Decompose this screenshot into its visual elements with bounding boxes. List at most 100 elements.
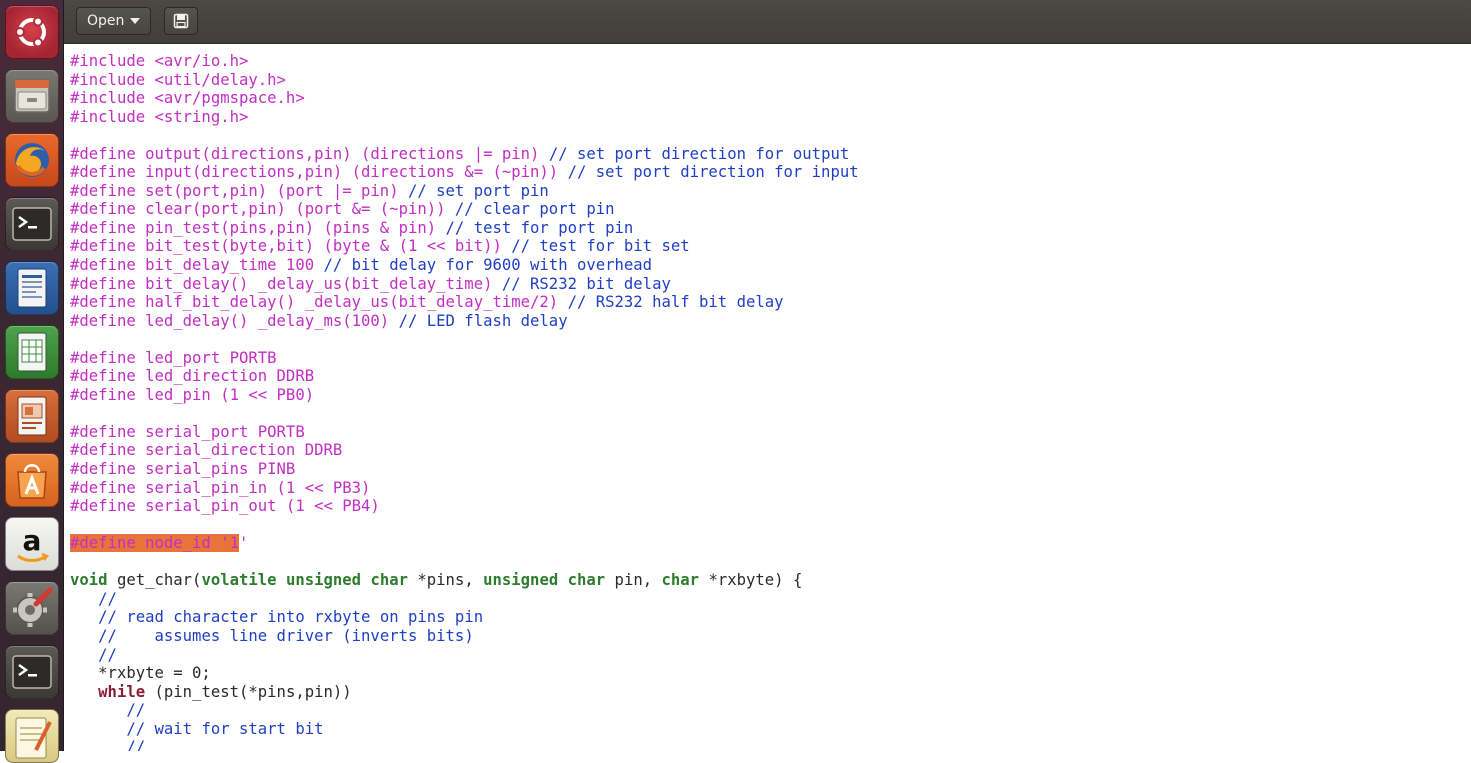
code-line[interactable]: #define clear(port,pin) (port &= (~pin))… — [70, 200, 859, 219]
code-token: #define bit_test(byte,bit) (byte & (1 <<… — [70, 237, 512, 256]
terminal-icon[interactable] — [5, 197, 59, 251]
code-line[interactable] — [70, 553, 859, 572]
code-line[interactable]: #define led_pin (1 << PB0) — [70, 386, 859, 405]
code-line[interactable]: #define bit_test(byte,bit) (byte & (1 <<… — [70, 237, 859, 256]
code-line[interactable]: #define serial_port PORTB — [70, 423, 859, 442]
code-token: *rxbyte = 0; — [70, 664, 211, 683]
code-line[interactable]: // — [70, 738, 859, 751]
code-token: // read character into rxbyte on pins pi… — [98, 608, 484, 627]
code-line[interactable]: // — [70, 590, 859, 609]
code-token: #include <string.h> — [70, 107, 249, 126]
file-manager-icon[interactable] — [5, 69, 59, 123]
code-token: #define half_bit_delay() _delay_us(bit_d… — [70, 293, 568, 312]
code-token: #include <util/delay.h> — [70, 70, 286, 89]
code-line[interactable] — [70, 330, 859, 349]
open-button-label: Open — [87, 13, 125, 29]
code-token: // — [126, 738, 146, 751]
impress-icon[interactable] — [5, 389, 59, 443]
code-token: char — [661, 571, 700, 590]
text-editor-area[interactable]: #include <avr/io.h> #include <util/delay.… — [64, 44, 1471, 751]
code-token: // assumes line driver (inverts bits) — [98, 626, 474, 645]
firefox-icon[interactable] — [5, 133, 59, 187]
writer-icon[interactable] — [5, 261, 59, 315]
code-token: get_char( — [107, 571, 202, 590]
software-center-icon[interactable] — [5, 453, 59, 507]
code-line[interactable]: // read character into rxbyte on pins pi… — [70, 608, 859, 627]
code-line[interactable]: while (pin_test(*pins,pin)) — [70, 683, 859, 702]
code-token: #define serial_port PORTB — [70, 422, 305, 441]
dash-home-icon[interactable] — [5, 5, 59, 59]
code-line[interactable]: #define bit_delay() _delay_us(bit_delay_… — [70, 275, 859, 294]
code-line[interactable]: #include <util/delay.h> — [70, 71, 859, 90]
open-button[interactable]: Open — [76, 7, 152, 35]
code-line[interactable] — [70, 126, 859, 145]
save-document-button[interactable] — [164, 7, 198, 35]
code-token: ' — [239, 534, 249, 553]
code-line[interactable]: #define output(directions,pin) (directio… — [70, 145, 859, 164]
code-token: #define serial_direction DDRB — [70, 441, 343, 460]
code-token: // LED flash delay — [398, 311, 568, 330]
code-token: #define led_delay() _delay_ms(100) — [70, 311, 399, 330]
code-token: (pin_test(*pins,pin)) — [145, 682, 352, 701]
code-token: #define output(directions,pin) (directio… — [70, 144, 549, 163]
text-editor-icon[interactable] — [5, 709, 59, 763]
code-line[interactable]: void get_char(volatile unsigned char *pi… — [70, 571, 859, 590]
code-token: #define led_pin (1 << PB0) — [70, 385, 315, 404]
code-line[interactable]: // — [70, 701, 859, 720]
code-token: // — [98, 589, 117, 608]
code-line[interactable]: #include <string.h> — [70, 108, 859, 127]
code-token: // RS232 bit delay — [501, 274, 671, 293]
code-line[interactable]: // wait for start bit — [70, 720, 859, 739]
chevron-down-icon — [130, 18, 141, 24]
code-token: pin, — [605, 571, 662, 590]
code-line[interactable]: #define bit_delay_time 100 // bit delay … — [70, 256, 859, 275]
code-line[interactable]: #define led_direction DDRB — [70, 367, 859, 386]
amazon-icon[interactable]: a — [5, 517, 59, 571]
code-token: #define bit_delay_time 100 — [70, 256, 324, 275]
code-token: // test for bit set — [511, 237, 690, 256]
code-line[interactable]: // — [70, 646, 859, 665]
code-token: #define bit_delay() _delay_us(bit_delay_… — [70, 274, 502, 293]
code-line[interactable]: #define half_bit_delay() _delay_us(bit_d… — [70, 293, 859, 312]
code-line[interactable]: #define input(directions,pin) (direction… — [70, 163, 859, 182]
code-line[interactable]: #define serial_pin_out (1 << PB4) — [70, 497, 859, 516]
code-line[interactable]: #define led_delay() _delay_ms(100) // LE… — [70, 312, 859, 331]
code-token: unsigned char — [483, 571, 606, 590]
code-line[interactable]: *rxbyte = 0; — [70, 664, 859, 683]
code-line[interactable]: #define serial_pin_in (1 << PB3) — [70, 479, 859, 498]
code-line[interactable]: #define serial_pins PINB — [70, 460, 859, 479]
code-token: // — [98, 645, 117, 664]
code-line[interactable]: #define node_id '1' — [70, 534, 859, 553]
code-token: #include <avr/pgmspace.h> — [70, 89, 305, 108]
code-token: while — [98, 682, 146, 701]
code-line[interactable]: #define led_port PORTB — [70, 349, 859, 368]
calc-icon[interactable] — [5, 325, 59, 379]
code-line[interactable]: #define serial_direction DDRB — [70, 441, 859, 460]
code-token: volatile unsigned char — [201, 571, 408, 590]
code-token: #define serial_pin_out (1 << PB4) — [70, 497, 380, 516]
code-line[interactable] — [70, 516, 859, 535]
code-line[interactable]: #define set(port,pin) (port |= pin) // s… — [70, 182, 859, 201]
code-line[interactable]: #include <avr/io.h> — [70, 52, 859, 71]
code-token: void — [70, 571, 108, 590]
code-token: // set port pin — [407, 181, 549, 200]
code-token: #define serial_pin_in (1 << PB3) — [70, 478, 371, 497]
code-token: #define led_direction DDRB — [70, 367, 315, 386]
system-settings-icon[interactable] — [5, 581, 59, 635]
code-token: // set port direction for input — [567, 163, 859, 182]
code-line[interactable]: #define pin_test(pins,pin) (pins & pin) … — [70, 219, 859, 238]
code-line[interactable] — [70, 404, 859, 423]
code-token: *pins, — [408, 571, 484, 590]
code-token: // set port direction for output — [548, 144, 850, 163]
header-bar: Open — [64, 0, 1471, 44]
svg-text:a: a — [23, 524, 42, 557]
terminal-2-icon[interactable] — [5, 645, 59, 699]
code-token: #define led_port PORTB — [70, 348, 277, 367]
code-token: #define set(port,pin) (port |= pin) — [70, 181, 408, 200]
code-line[interactable]: #include <avr/pgmspace.h> — [70, 89, 859, 108]
code-line[interactable]: // assumes line driver (inverts bits) — [70, 627, 859, 646]
code-view[interactable]: #include <avr/io.h> #include <util/delay.… — [70, 52, 859, 751]
